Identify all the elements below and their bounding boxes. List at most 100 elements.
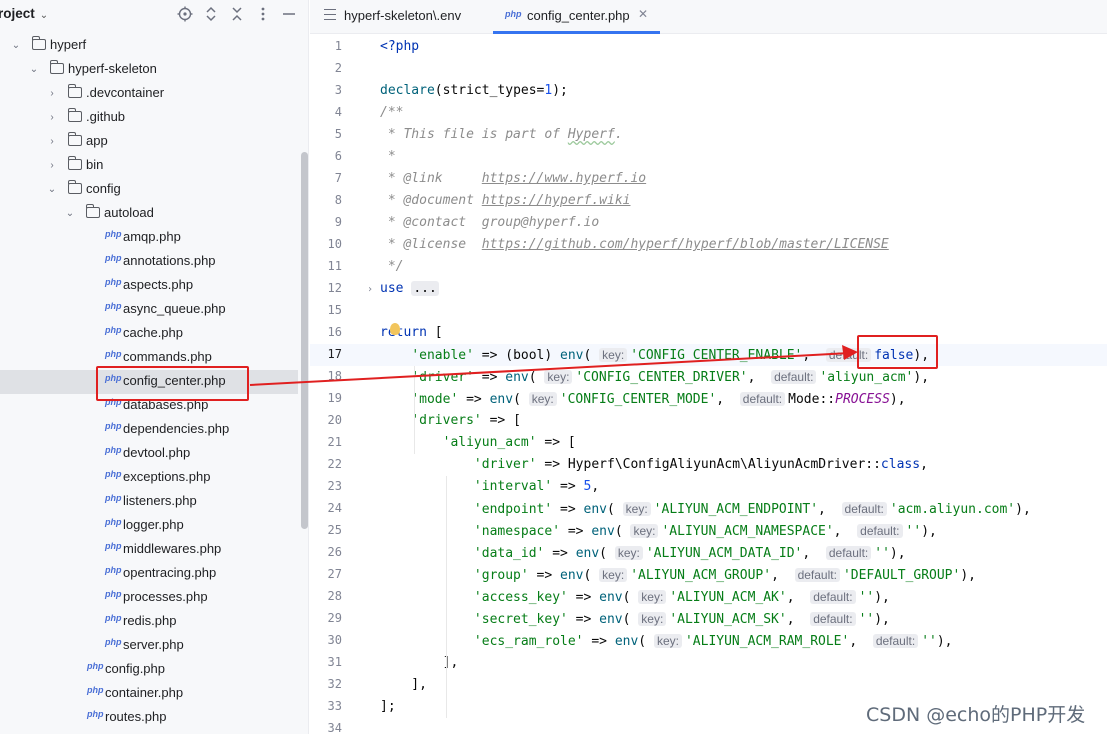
tree-file-item[interactable]: php processes.php <box>0 586 298 610</box>
code-token: , <box>786 590 811 605</box>
tree-file-item[interactable]: php redis.php <box>0 610 298 634</box>
chevron-down-icon[interactable]: ⌄ <box>10 39 22 53</box>
code-line[interactable]: * @document https://hyperf.wiki <box>380 190 631 212</box>
tree-folder-item[interactable]: › .github <box>0 106 298 130</box>
code-line[interactable]: 'drivers' => [ <box>380 410 521 432</box>
tree-file-item[interactable]: php async_queue.php <box>0 298 298 322</box>
code-line[interactable]: 'data_id' => env( key: 'ALIYUN_ACM_DATA_I… <box>380 542 906 564</box>
code-line[interactable]: use ... <box>380 278 439 300</box>
tree-file-item[interactable]: php aspects.php <box>0 274 298 298</box>
sidebar-scrollbar[interactable] <box>301 152 308 529</box>
code-line[interactable]: 'group' => env( key: 'ALIYUN_ACM_GROUP', … <box>380 564 976 586</box>
tree-item-label: async_queue.php <box>123 301 226 316</box>
code-line[interactable]: declare(strict_types=1); <box>380 80 568 102</box>
hide-panel-icon[interactable] <box>278 3 300 25</box>
code-line[interactable]: * This file is part of Hyperf. <box>380 124 623 146</box>
expand-all-icon[interactable] <box>200 3 222 25</box>
code-line[interactable]: 'secret_key' => env( key: 'ALIYUN_ACM_SK'… <box>380 608 890 630</box>
code-line[interactable]: * @license https://github.com/hyperf/hyp… <box>380 234 889 256</box>
tree-file-item[interactable]: php exceptions.php <box>0 466 298 490</box>
tree-file-item[interactable]: php container.php <box>0 682 298 706</box>
tree-file-item[interactable]: php opentracing.php <box>0 562 298 586</box>
code-token: 'group' <box>473 568 529 583</box>
code-line[interactable]: <?php <box>380 36 419 58</box>
folded-code-placeholder[interactable]: ... <box>411 281 439 296</box>
more-options-icon[interactable] <box>252 3 274 25</box>
code-line[interactable]: 'endpoint' => env( key: 'ALIYUN_ACM_ENDPO… <box>380 498 1031 520</box>
tab-config-center[interactable]: php config_center.php ✕ <box>493 0 660 34</box>
chevron-right-icon[interactable]: › <box>46 159 58 173</box>
line-number: 20 <box>327 413 342 427</box>
code-token: ( <box>528 370 545 385</box>
tree-file-item[interactable]: php commands.php <box>0 346 298 370</box>
code-line[interactable]: /** <box>380 102 403 124</box>
fold-toggle-icon[interactable]: › <box>367 284 373 295</box>
code-line[interactable]: 'access_key' => env( key: 'ALIYUN_ACM_AK'… <box>380 586 890 608</box>
code-line[interactable]: 'ecs_ram_role' => env( key: 'ALIYUN_ACM_R… <box>380 630 953 652</box>
tree-file-item[interactable]: php databases.php <box>0 394 298 418</box>
code-line[interactable]: 'namespace' => env( key: 'ALIYUN_ACM_NAME… <box>380 520 937 542</box>
tree-file-item[interactable]: php dependencies.php <box>0 418 298 442</box>
php-file-icon: php <box>105 253 122 263</box>
code-line[interactable]: * <box>380 146 396 168</box>
code-line[interactable]: */ <box>380 256 404 278</box>
chevron-right-icon[interactable]: › <box>46 135 58 149</box>
code-line[interactable]: 'interval' => 5, <box>380 476 599 498</box>
code-line[interactable]: ], <box>380 674 427 696</box>
tree-file-item[interactable]: php amqp.php <box>0 226 298 250</box>
tree-folder-item[interactable]: ⌄ autoload <box>0 202 298 226</box>
collapse-all-icon[interactable] <box>226 3 248 25</box>
tree-folder-item[interactable]: › .devcontainer <box>0 82 298 106</box>
tree-file-item[interactable]: php config.php <box>0 658 298 682</box>
tree-file-item[interactable]: php listeners.php <box>0 490 298 514</box>
chevron-down-icon[interactable]: ⌄ <box>64 207 76 221</box>
code-token: https://www.hyperf.io <box>481 171 647 186</box>
code-token: 'namespace' <box>473 524 561 539</box>
tree-folder-item[interactable]: › bin <box>0 154 298 178</box>
tree-file-item[interactable]: php logger.php <box>0 514 298 538</box>
chevron-down-icon[interactable]: ⌄ <box>28 63 40 77</box>
tree-file-item[interactable]: php cache.php <box>0 322 298 346</box>
chevron-right-icon[interactable]: › <box>46 111 58 125</box>
code-token: class <box>880 457 921 472</box>
chevron-down-icon[interactable]: ⌄ <box>46 183 58 197</box>
tree-file-item[interactable]: php annotations.php <box>0 250 298 274</box>
project-view-selector[interactable]: roject ⌄ <box>0 6 48 21</box>
code-token: @link <box>403 171 443 186</box>
locate-file-icon[interactable] <box>174 3 196 25</box>
folder-icon <box>67 84 82 98</box>
code-line[interactable]: 'driver' => Hyperf\ConfigAliyunAcm\Aliyu… <box>380 454 928 476</box>
php-file-icon: php <box>105 445 122 455</box>
parameter-hint: key: <box>638 612 667 626</box>
tree-file-item[interactable]: php middlewares.php <box>0 538 298 562</box>
code-editor[interactable]: 1 <?php 2 3 declare(strict_types=1); 4/** 5 * … <box>310 35 1107 734</box>
code-line[interactable]: * @contact group@hyperf.io <box>380 212 599 234</box>
line-number: 31 <box>327 655 342 669</box>
tree-file-item[interactable]: php server.php <box>0 634 298 658</box>
parameter-hint: default: <box>794 568 840 582</box>
code-line[interactable]: 'aliyun_acm' => [ <box>380 432 576 454</box>
code-line[interactable]: * @link https://www.hyperf.io <box>380 168 646 190</box>
tree-file-item[interactable]: php devtool.php <box>0 442 298 466</box>
lightbulb-icon[interactable] <box>390 323 400 335</box>
tab-env-file[interactable]: hyperf-skeleton\.env <box>310 0 490 34</box>
chevron-right-icon[interactable]: › <box>46 87 58 101</box>
code-line[interactable]: ]; <box>380 696 396 718</box>
tree-folder-item[interactable]: ⌄ hyperf <box>0 34 298 58</box>
code-line[interactable]: 'mode' => env( key: 'CONFIG_CENTER_MODE',… <box>380 388 906 410</box>
close-icon[interactable]: ✕ <box>638 7 648 21</box>
tree-folder-item[interactable]: ⌄ config <box>0 178 298 202</box>
tree-file-item[interactable]: php config_center.php <box>0 370 298 394</box>
tree-folder-item[interactable]: ⌄ hyperf-skeleton <box>0 58 298 82</box>
tree-file-item[interactable]: php routes.php <box>0 706 298 730</box>
code-token: 'ALIYUN_ACM_NAMESPACE' <box>661 524 834 539</box>
folder-icon <box>67 108 82 122</box>
code-line[interactable]: return [ <box>380 322 443 344</box>
line-number: 26 <box>327 545 342 559</box>
code-line[interactable]: 'enable' => (bool) env( key: 'CONFIG_CENT… <box>380 344 929 366</box>
tree-folder-item[interactable]: › app <box>0 130 298 154</box>
code-line[interactable]: 'driver' => env( key: 'CONFIG_CENTER_DRIV… <box>380 366 929 388</box>
